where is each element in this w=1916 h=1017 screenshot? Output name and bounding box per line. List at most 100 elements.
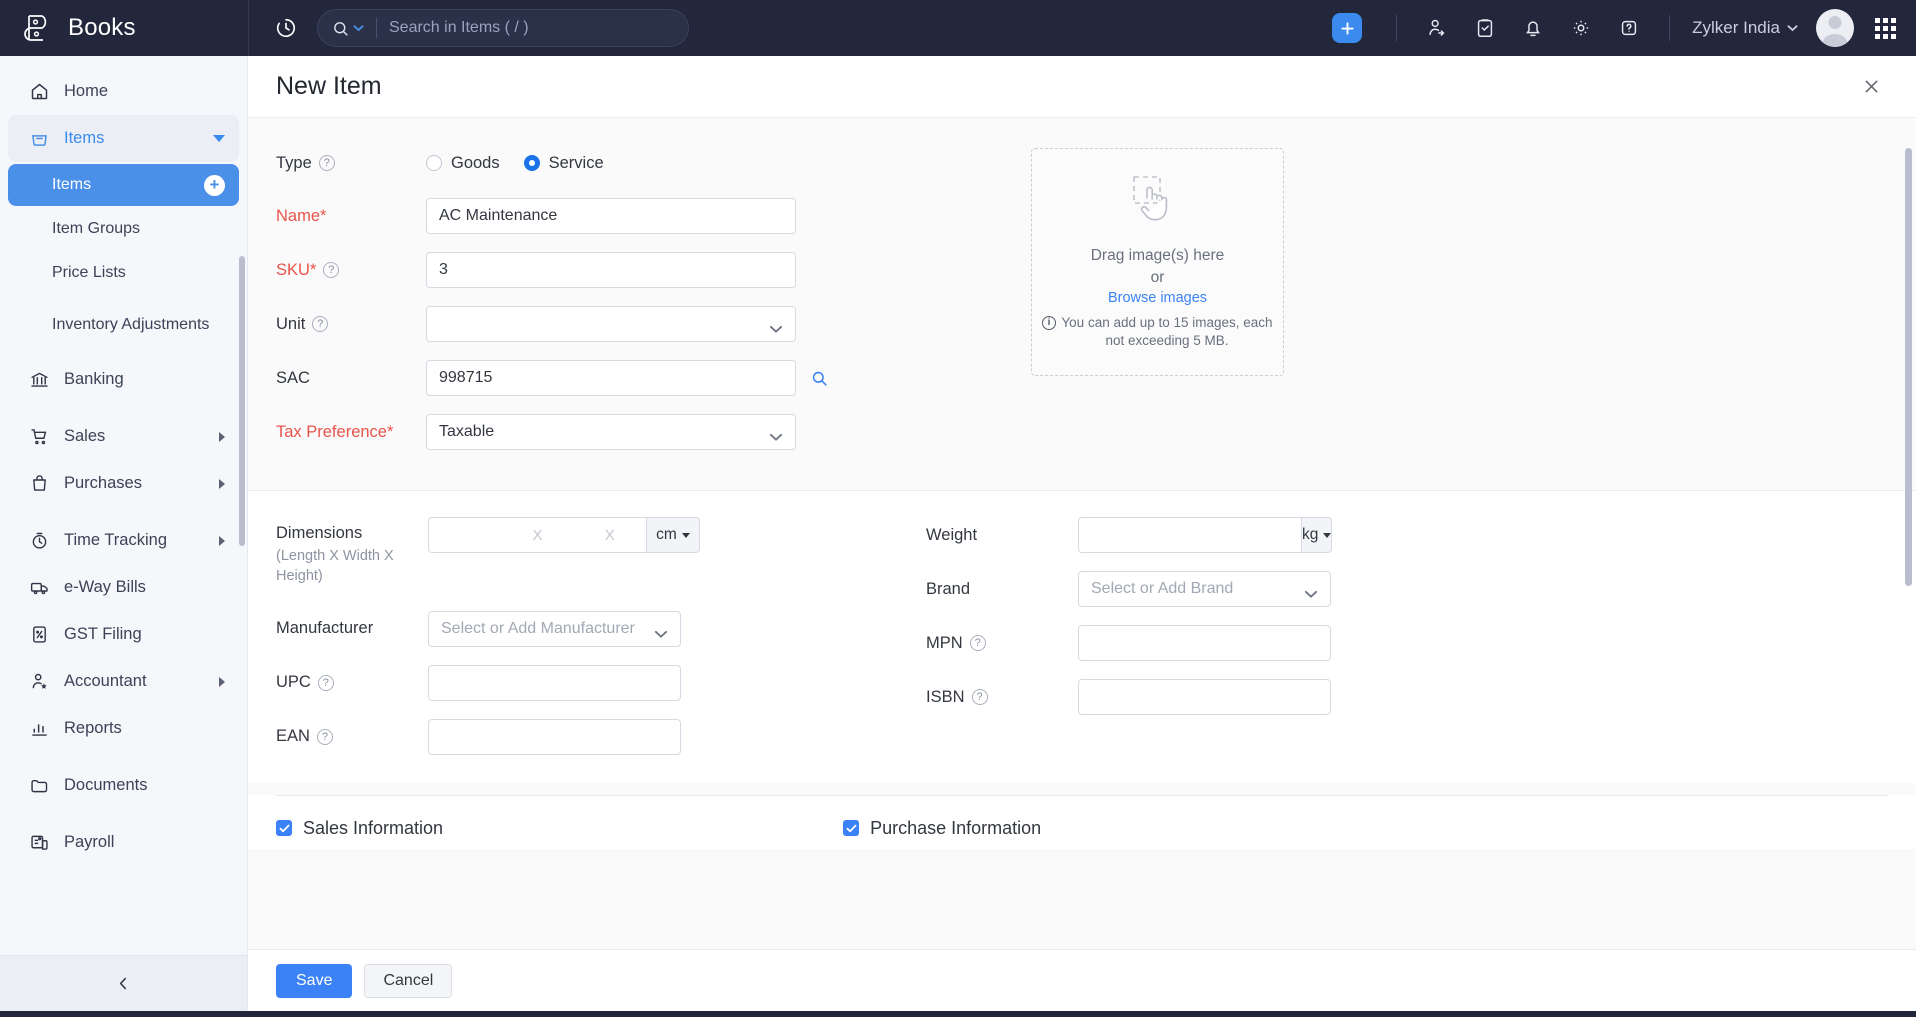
app-grid-icon[interactable] bbox=[1868, 11, 1902, 45]
weight-input[interactable] bbox=[1078, 517, 1301, 553]
help-question-icon[interactable]: ? bbox=[312, 316, 328, 332]
ean-input[interactable] bbox=[428, 719, 681, 755]
quick-create-plus-icon[interactable] bbox=[1332, 13, 1362, 43]
sidebar-subitem-price-lists[interactable]: Price Lists bbox=[8, 252, 239, 294]
radio-goods-circle[interactable] bbox=[426, 155, 442, 171]
sidebar-item-gst-filing[interactable]: GST Filing bbox=[8, 611, 239, 658]
sidebar-subitem-items[interactable]: Items + bbox=[8, 164, 239, 206]
dropzone-title: Drag image(s) here bbox=[1091, 247, 1225, 265]
upc-input[interactable] bbox=[428, 665, 681, 701]
bell-notification-icon[interactable] bbox=[1516, 11, 1550, 45]
home-icon bbox=[28, 81, 50, 103]
field-row-isbn: ISBN ? bbox=[926, 679, 1888, 715]
sidebar-scroll-area: Home Items Items + bbox=[0, 56, 247, 955]
sidebar-item-banking[interactable]: Banking bbox=[8, 356, 239, 403]
weight-label-wrap: Weight bbox=[926, 526, 1078, 545]
help-question-icon[interactable] bbox=[1612, 11, 1646, 45]
mpn-input[interactable] bbox=[1078, 625, 1331, 661]
close-x-icon[interactable] bbox=[1854, 70, 1888, 104]
field-row-tax-preference: Tax Preference* bbox=[276, 414, 936, 450]
isbn-input[interactable] bbox=[1078, 679, 1331, 715]
help-question-icon[interactable]: ? bbox=[317, 729, 333, 745]
sac-input[interactable] bbox=[426, 360, 796, 396]
radio-goods-label: Goods bbox=[451, 154, 500, 173]
cancel-button[interactable]: Cancel bbox=[364, 964, 452, 998]
sidebar-item-reports[interactable]: Reports bbox=[8, 705, 239, 752]
help-question-icon[interactable]: ? bbox=[970, 635, 986, 651]
dimensions-unit-button[interactable]: cm bbox=[646, 517, 700, 553]
unit-select[interactable] bbox=[426, 306, 796, 342]
sidebar-item-label: Home bbox=[64, 82, 225, 101]
field-row-ean: EAN ? bbox=[276, 719, 896, 755]
sidebar-item-documents[interactable]: Documents bbox=[8, 762, 239, 809]
global-search-box[interactable] bbox=[317, 9, 689, 47]
search-input[interactable] bbox=[389, 10, 674, 46]
brand-select[interactable] bbox=[1078, 571, 1331, 607]
brand-area[interactable]: Books bbox=[0, 0, 248, 56]
radio-service[interactable]: Service bbox=[524, 154, 604, 173]
weight-control: kg bbox=[1078, 517, 1331, 553]
weight-unit-button[interactable]: kg bbox=[1301, 517, 1332, 553]
form-scrollbar[interactable] bbox=[1905, 148, 1912, 586]
user-avatar[interactable] bbox=[1816, 9, 1854, 47]
gear-settings-icon[interactable] bbox=[1564, 11, 1598, 45]
help-question-icon[interactable]: ? bbox=[323, 262, 339, 278]
bag-icon bbox=[28, 473, 50, 495]
tasks-clipboard-icon[interactable] bbox=[1468, 11, 1502, 45]
manufacturer-label-wrap: Manufacturer bbox=[276, 619, 428, 638]
sidebar-item-purchases[interactable]: Purchases bbox=[8, 460, 239, 507]
sidebar-item-home[interactable]: Home bbox=[8, 68, 239, 115]
sidebar-item-items-group[interactable]: Items bbox=[8, 115, 239, 162]
help-question-icon[interactable]: ? bbox=[318, 675, 334, 691]
sales-information-checkbox[interactable]: Sales Information bbox=[276, 818, 443, 839]
search-scope-selector[interactable] bbox=[332, 20, 364, 37]
referral-icon[interactable] bbox=[1420, 11, 1454, 45]
save-button[interactable]: Save bbox=[276, 964, 352, 998]
organization-switcher[interactable]: Zylker India bbox=[1692, 18, 1798, 38]
sidebar-item-label: Banking bbox=[64, 370, 225, 389]
help-question-icon[interactable]: ? bbox=[319, 155, 335, 171]
field-row-mpn: MPN ? bbox=[926, 625, 1888, 661]
sac-label-wrap: SAC bbox=[276, 369, 426, 388]
recent-history-icon[interactable] bbox=[269, 11, 303, 45]
sidebar-item-eway-bills[interactable]: e-Way Bills bbox=[8, 564, 239, 611]
sidebar-subitem-inventory-adjustments[interactable]: Inventory Adjustments bbox=[8, 296, 239, 354]
checkbox-checked-icon[interactable] bbox=[843, 820, 859, 836]
sidebar-subitem-label: Inventory Adjustments bbox=[52, 314, 225, 336]
tax-preference-label-wrap: Tax Preference* bbox=[276, 423, 426, 442]
purchase-information-label: Purchase Information bbox=[870, 818, 1041, 839]
checkbox-checked-icon[interactable] bbox=[276, 820, 292, 836]
manufacturer-select[interactable] bbox=[428, 611, 681, 647]
plus-circle-icon[interactable]: + bbox=[204, 175, 225, 196]
sidebar-item-time-tracking[interactable]: Time Tracking bbox=[8, 517, 239, 564]
dimension-length-input[interactable] bbox=[429, 518, 501, 552]
dimensions-sub-label: (Length X Width X Height) bbox=[276, 547, 396, 586]
chevron-right-icon bbox=[219, 432, 225, 442]
sidebar-item-label: Purchases bbox=[64, 474, 205, 493]
sidebar-item-payroll[interactable]: Payroll bbox=[8, 819, 239, 866]
sidebar-subitem-label: Item Groups bbox=[52, 220, 225, 238]
dimension-height-input[interactable] bbox=[574, 518, 646, 552]
sku-input[interactable] bbox=[426, 252, 796, 288]
information-toggles-section: Sales Information Purchase Information bbox=[248, 795, 1916, 849]
dimensions-label-wrap: Dimensions (Length X Width X Height) bbox=[276, 517, 428, 587]
name-input[interactable] bbox=[426, 198, 796, 234]
sidebar-item-accountant[interactable]: Accountant bbox=[8, 658, 239, 705]
dimension-width-input[interactable] bbox=[501, 518, 573, 552]
help-question-icon[interactable]: ? bbox=[972, 689, 988, 705]
field-row-sku: SKU* ? bbox=[276, 252, 936, 288]
sac-search-icon[interactable] bbox=[810, 369, 829, 388]
purchase-information-checkbox[interactable]: Purchase Information bbox=[843, 818, 1041, 839]
radio-service-circle[interactable] bbox=[524, 155, 540, 171]
sidebar-subitem-item-groups[interactable]: Item Groups bbox=[8, 208, 239, 250]
browse-images-link[interactable]: Browse images bbox=[1108, 290, 1207, 306]
image-dropzone[interactable]: Drag image(s) here or Browse images i Yo… bbox=[1031, 148, 1284, 376]
topbar-right-actions: Zylker India bbox=[1332, 9, 1916, 47]
chevron-down-icon bbox=[353, 24, 364, 32]
sidebar-item-sales[interactable]: Sales bbox=[8, 413, 239, 460]
tax-preference-select[interactable] bbox=[426, 414, 796, 450]
sidebar-collapse-button[interactable] bbox=[0, 955, 247, 1011]
radio-goods[interactable]: Goods bbox=[426, 154, 500, 173]
sidebar-scrollbar[interactable] bbox=[239, 256, 245, 546]
items-basket-icon bbox=[28, 128, 50, 150]
